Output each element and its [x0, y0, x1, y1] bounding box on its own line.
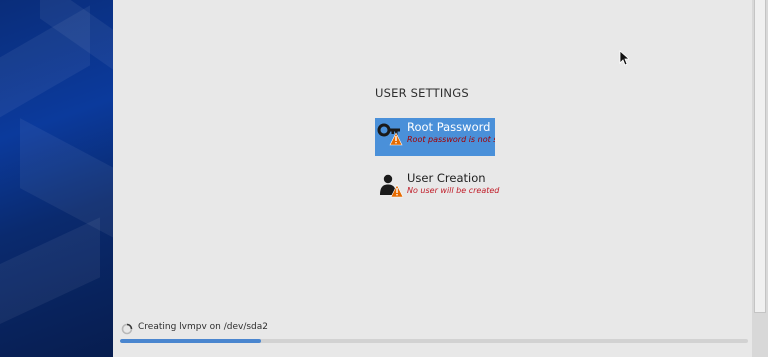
installation-progress: Creating lvmpv on /dev/sda2 — [120, 320, 748, 350]
spoke-title: Root Password — [407, 120, 491, 134]
progress-bar-fill — [120, 339, 262, 343]
spoke-title: User Creation — [407, 171, 486, 185]
spoke-status: Root password is not set — [407, 135, 495, 144]
sidebar-branding — [0, 0, 113, 357]
progress-bar — [120, 339, 748, 343]
scrollbar-track[interactable] — [754, 0, 766, 313]
user-warning-icon — [380, 174, 403, 198]
scrollbar[interactable] — [752, 0, 768, 357]
key-warning-icon — [377, 123, 403, 146]
section-title-user-settings: USER SETTINGS — [375, 86, 469, 100]
spoke-user-creation[interactable]: User Creation No user will be created — [375, 169, 499, 207]
progress-label: Creating lvmpv on /dev/sda2 — [138, 322, 268, 332]
spinner-icon — [121, 323, 133, 335]
mouse-cursor-icon — [619, 50, 629, 66]
spoke-root-password[interactable]: Root Password Root password is not set — [375, 118, 495, 156]
spoke-status: No user will be created — [407, 186, 500, 195]
